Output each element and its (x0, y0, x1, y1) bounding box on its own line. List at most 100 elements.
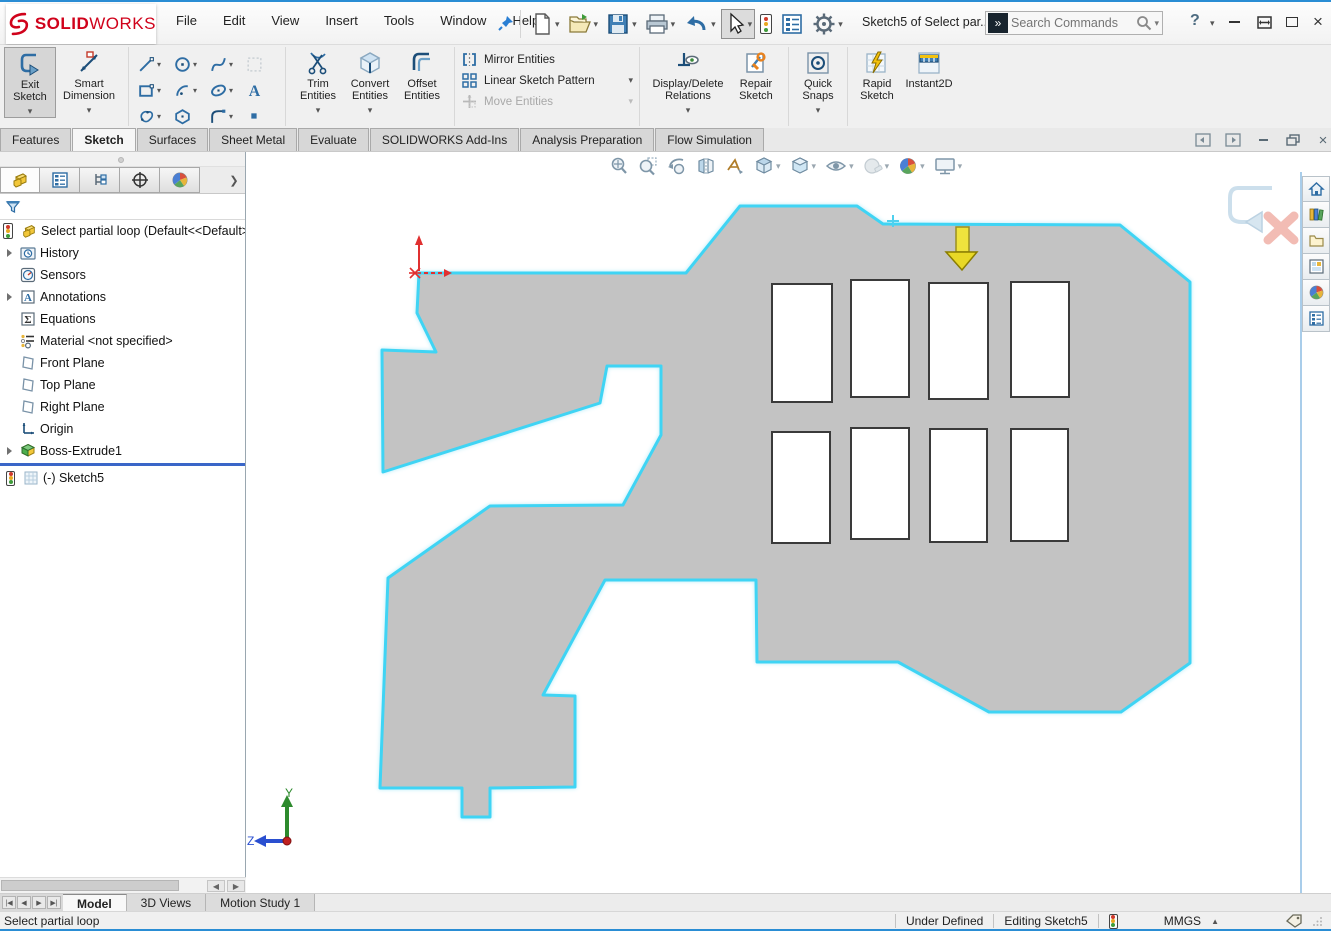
search-icon[interactable] (1136, 15, 1152, 31)
smart-dimension-dropdown[interactable]: ▾ (87, 105, 92, 116)
options-dropdown[interactable]: ▾ (838, 19, 843, 30)
polygon-tool[interactable] (171, 107, 207, 126)
tree-item-sensors[interactable]: Sensors (0, 264, 245, 286)
sketch-rectangle-hole[interactable] (1011, 282, 1069, 397)
rectangle-tool-dropdown[interactable]: ▾ (157, 86, 161, 95)
view-settings-dropdown[interactable]: ▾ (958, 161, 963, 172)
rectangle-tool[interactable]: ▾ (135, 81, 171, 100)
hide-show-items-button[interactable]: ▾ (823, 154, 856, 178)
tree-item-equations[interactable]: Σ Equations (0, 308, 245, 330)
text-tool[interactable]: A (243, 81, 279, 100)
sketch-rectangle-hole[interactable] (930, 429, 987, 542)
custom-properties-button[interactable] (1302, 306, 1330, 332)
menu-view[interactable]: View (271, 13, 299, 28)
new-document-dropdown[interactable]: ▾ (555, 19, 560, 30)
scroll-right-arrow[interactable]: ▶ (227, 880, 245, 892)
spline-tool[interactable]: ▾ (207, 55, 243, 74)
apply-scene-dropdown[interactable]: ▾ (920, 161, 925, 172)
tab-propertymanager[interactable] (40, 167, 80, 193)
help-dropdown[interactable]: ▾ (1210, 18, 1215, 29)
quick-snaps-button[interactable]: Quick Snaps ▾ (795, 47, 841, 116)
convert-entities-dropdown[interactable]: ▾ (368, 105, 373, 116)
tree-item-material[interactable]: Material <not specified> (0, 330, 245, 352)
tree-item-right-plane[interactable]: Right Plane (0, 396, 245, 418)
appearances-scenes-button[interactable] (1302, 280, 1330, 306)
tree-item-boss-extrude1[interactable]: Boss-Extrude1 (0, 440, 245, 462)
task-pane-home-button[interactable] (1302, 176, 1330, 202)
section-view-button[interactable] (694, 154, 718, 178)
display-delete-relations-dropdown[interactable]: ▾ (686, 105, 691, 116)
instant2d-button[interactable]: Instant2D (900, 47, 958, 90)
apply-scene-button[interactable]: ▾ (896, 154, 927, 178)
design-library-button[interactable] (1302, 202, 1330, 228)
panel-tabs-overflow-button[interactable]: ❯ (223, 167, 245, 193)
exit-sketch-dropdown[interactable]: ▾ (28, 106, 33, 117)
graphics-area[interactable]: Y Z (247, 152, 1331, 893)
offset-entities-button[interactable]: Offset Entities (396, 47, 448, 102)
expand-caret-icon[interactable] (7, 249, 12, 257)
arc-tool[interactable]: ▾ (171, 81, 207, 100)
view-palette-button[interactable] (1302, 254, 1330, 280)
line-tool[interactable]: ▾ (135, 55, 171, 74)
tree-horizontal-scrollbar[interactable]: ◀ ▶ (0, 877, 246, 893)
search-dropdown[interactable]: ▾ (1154, 18, 1159, 29)
linear-sketch-pattern-button[interactable]: Linear Sketch Pattern ▾ (461, 72, 633, 89)
arc-tool-dropdown[interactable]: ▾ (193, 86, 197, 95)
display-style-button[interactable]: ▾ (788, 154, 819, 178)
minimize-button[interactable] (1222, 12, 1246, 32)
display-delete-relations-button[interactable]: Display/Delete Relations ▾ (646, 47, 730, 116)
tab-analysis-preparation[interactable]: Analysis Preparation (520, 128, 654, 151)
status-tag-icon[interactable] (1285, 914, 1303, 928)
confirm-exit-sketch-button[interactable] (1230, 188, 1272, 232)
mirror-entities-button[interactable]: Mirror Entities (461, 51, 633, 68)
sketch-fillet-dropdown[interactable]: ▾ (229, 112, 233, 121)
previous-view-button[interactable] (665, 154, 689, 178)
next-document-button[interactable] (1222, 131, 1244, 149)
search-scope-icon[interactable]: » (988, 13, 1008, 33)
3d-views-tab[interactable]: 3D Views (127, 894, 206, 911)
menu-tools[interactable]: Tools (384, 13, 414, 28)
menu-edit[interactable]: Edit (223, 13, 245, 28)
tree-item-top-plane[interactable]: Top Plane (0, 374, 245, 396)
tab-featuremanager-tree[interactable] (0, 167, 40, 193)
smart-dimension-button[interactable]: Smart Dimension ▾ (56, 47, 122, 116)
tree-root-item[interactable]: Select partial loop (Default<<Default>_D… (0, 220, 245, 242)
trim-entities-button[interactable]: Trim Entities ▾ (292, 47, 344, 116)
tree-item-sketch5[interactable]: (-) Sketch5 (0, 467, 245, 489)
tab-surfaces[interactable]: Surfaces (137, 128, 208, 151)
view-settings-button[interactable]: ▾ (932, 154, 965, 178)
select-tool-dropdown[interactable]: ▾ (748, 19, 753, 30)
first-tab-button[interactable]: |◀ (2, 896, 16, 909)
sketch-rectangle-hole[interactable] (772, 432, 830, 543)
tab-sketch[interactable]: Sketch (72, 128, 135, 151)
new-document-button[interactable]: ▾ (528, 9, 563, 39)
tree-item-annotations[interactable]: A Annotations (0, 286, 245, 308)
freeform-spline-dropdown[interactable]: ▾ (157, 112, 161, 121)
file-explorer-button[interactable] (1302, 228, 1330, 254)
sketch-rectangle-hole[interactable] (772, 284, 832, 402)
tab-sheet-metal[interactable]: Sheet Metal (209, 128, 297, 151)
menu-insert[interactable]: Insert (325, 13, 358, 28)
trim-entities-dropdown[interactable]: ▾ (316, 105, 321, 116)
rapid-sketch-button[interactable]: Rapid Sketch (854, 47, 900, 102)
view-sketch-annotations-button[interactable] (723, 154, 747, 178)
print-dropdown[interactable]: ▾ (671, 19, 676, 30)
circle-tool-dropdown[interactable]: ▾ (193, 60, 197, 69)
undo-button[interactable]: ▾ (680, 9, 719, 39)
tab-solidworks-add-ins[interactable]: SOLIDWORKS Add-Ins (370, 128, 519, 151)
tab-configurationmanager[interactable] (80, 167, 120, 193)
motion-study-tab[interactable]: Motion Study 1 (206, 894, 315, 911)
panel-collapse-strip[interactable] (0, 152, 245, 167)
doc-close-button[interactable]: × (1312, 131, 1331, 149)
sketch-rectangle-hole[interactable] (1011, 429, 1068, 541)
tab-dimxpertmanager[interactable] (120, 167, 160, 193)
exit-sketch-button[interactable]: Exit Sketch ▾ (4, 47, 56, 118)
ellipse-tool-dropdown[interactable]: ▾ (229, 86, 233, 95)
status-rebuild-icon[interactable] (1109, 914, 1118, 929)
open-button[interactable]: ▾ (565, 9, 602, 39)
line-tool-dropdown[interactable]: ▾ (157, 60, 161, 69)
spline-tool-dropdown[interactable]: ▾ (229, 60, 233, 69)
previous-document-button[interactable] (1192, 131, 1214, 149)
model-tab[interactable]: Model (63, 894, 127, 911)
convert-entities-button[interactable]: Convert Entities ▾ (344, 47, 396, 116)
